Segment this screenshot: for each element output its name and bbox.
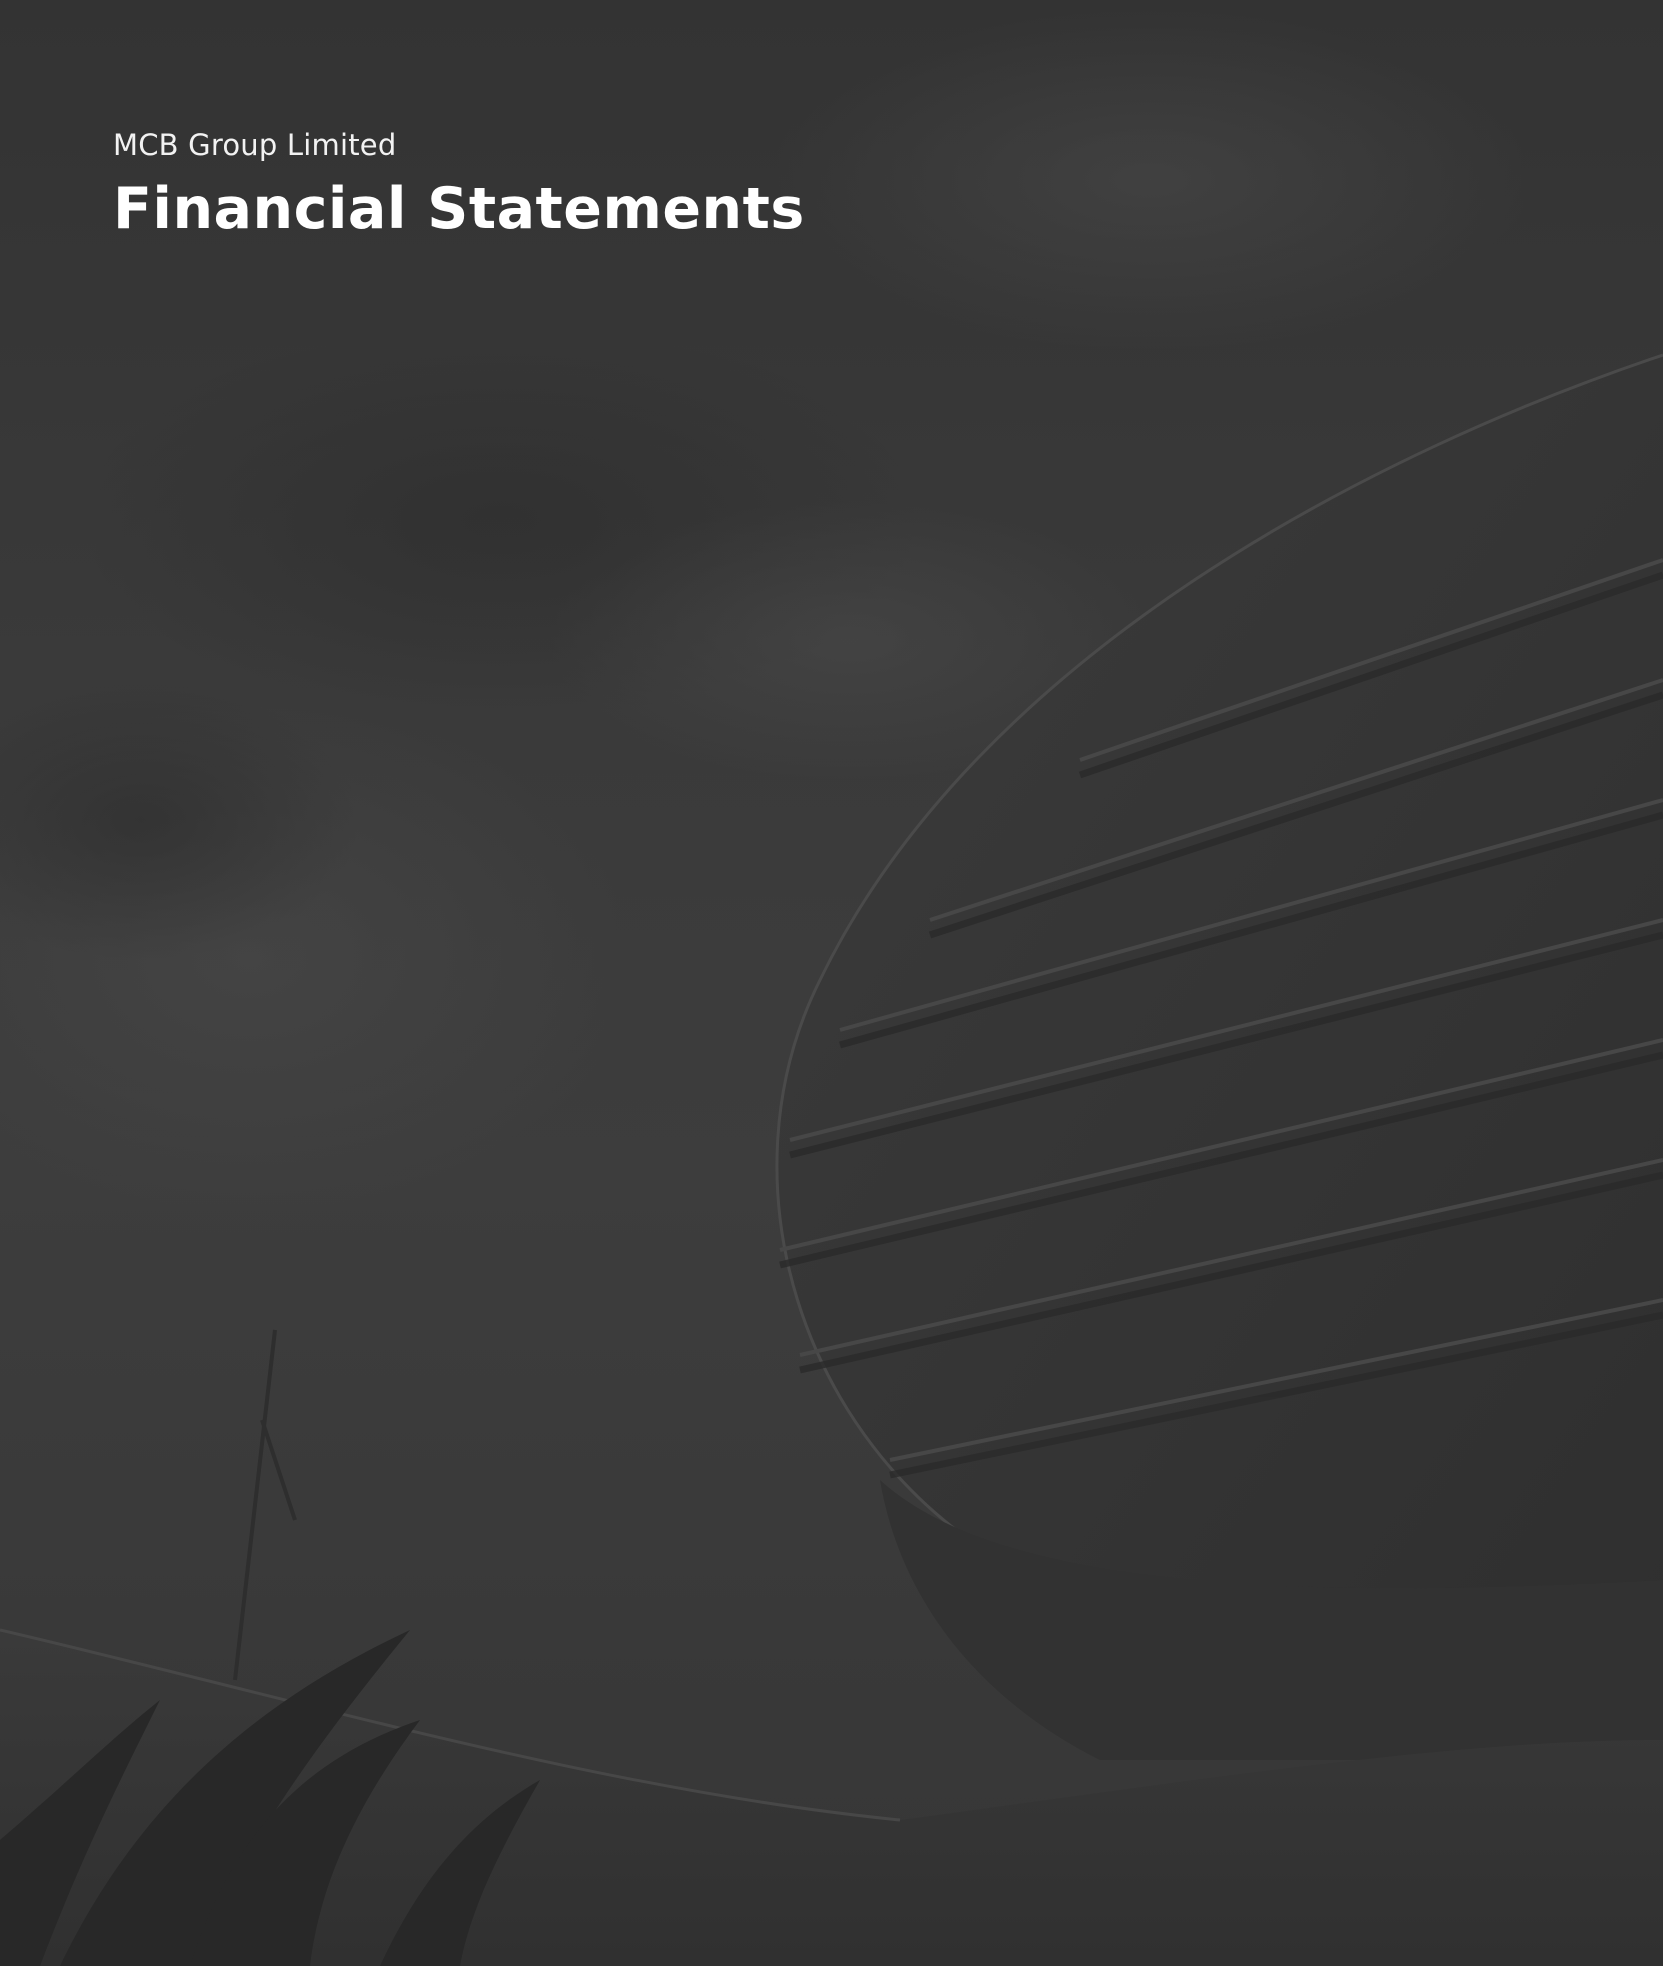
cover-header: MCB Group Limited Financial Statements: [113, 128, 805, 243]
building-background-image: [0, 10, 1663, 1966]
cover-page: MCB Group Limited Financial Statements: [0, 0, 1663, 1966]
document-title: Financial Statements: [113, 175, 805, 242]
crane-tower: [233, 1329, 297, 1681]
cloud-shape: [770, 10, 1530, 350]
company-name: MCB Group Limited: [113, 128, 397, 162]
